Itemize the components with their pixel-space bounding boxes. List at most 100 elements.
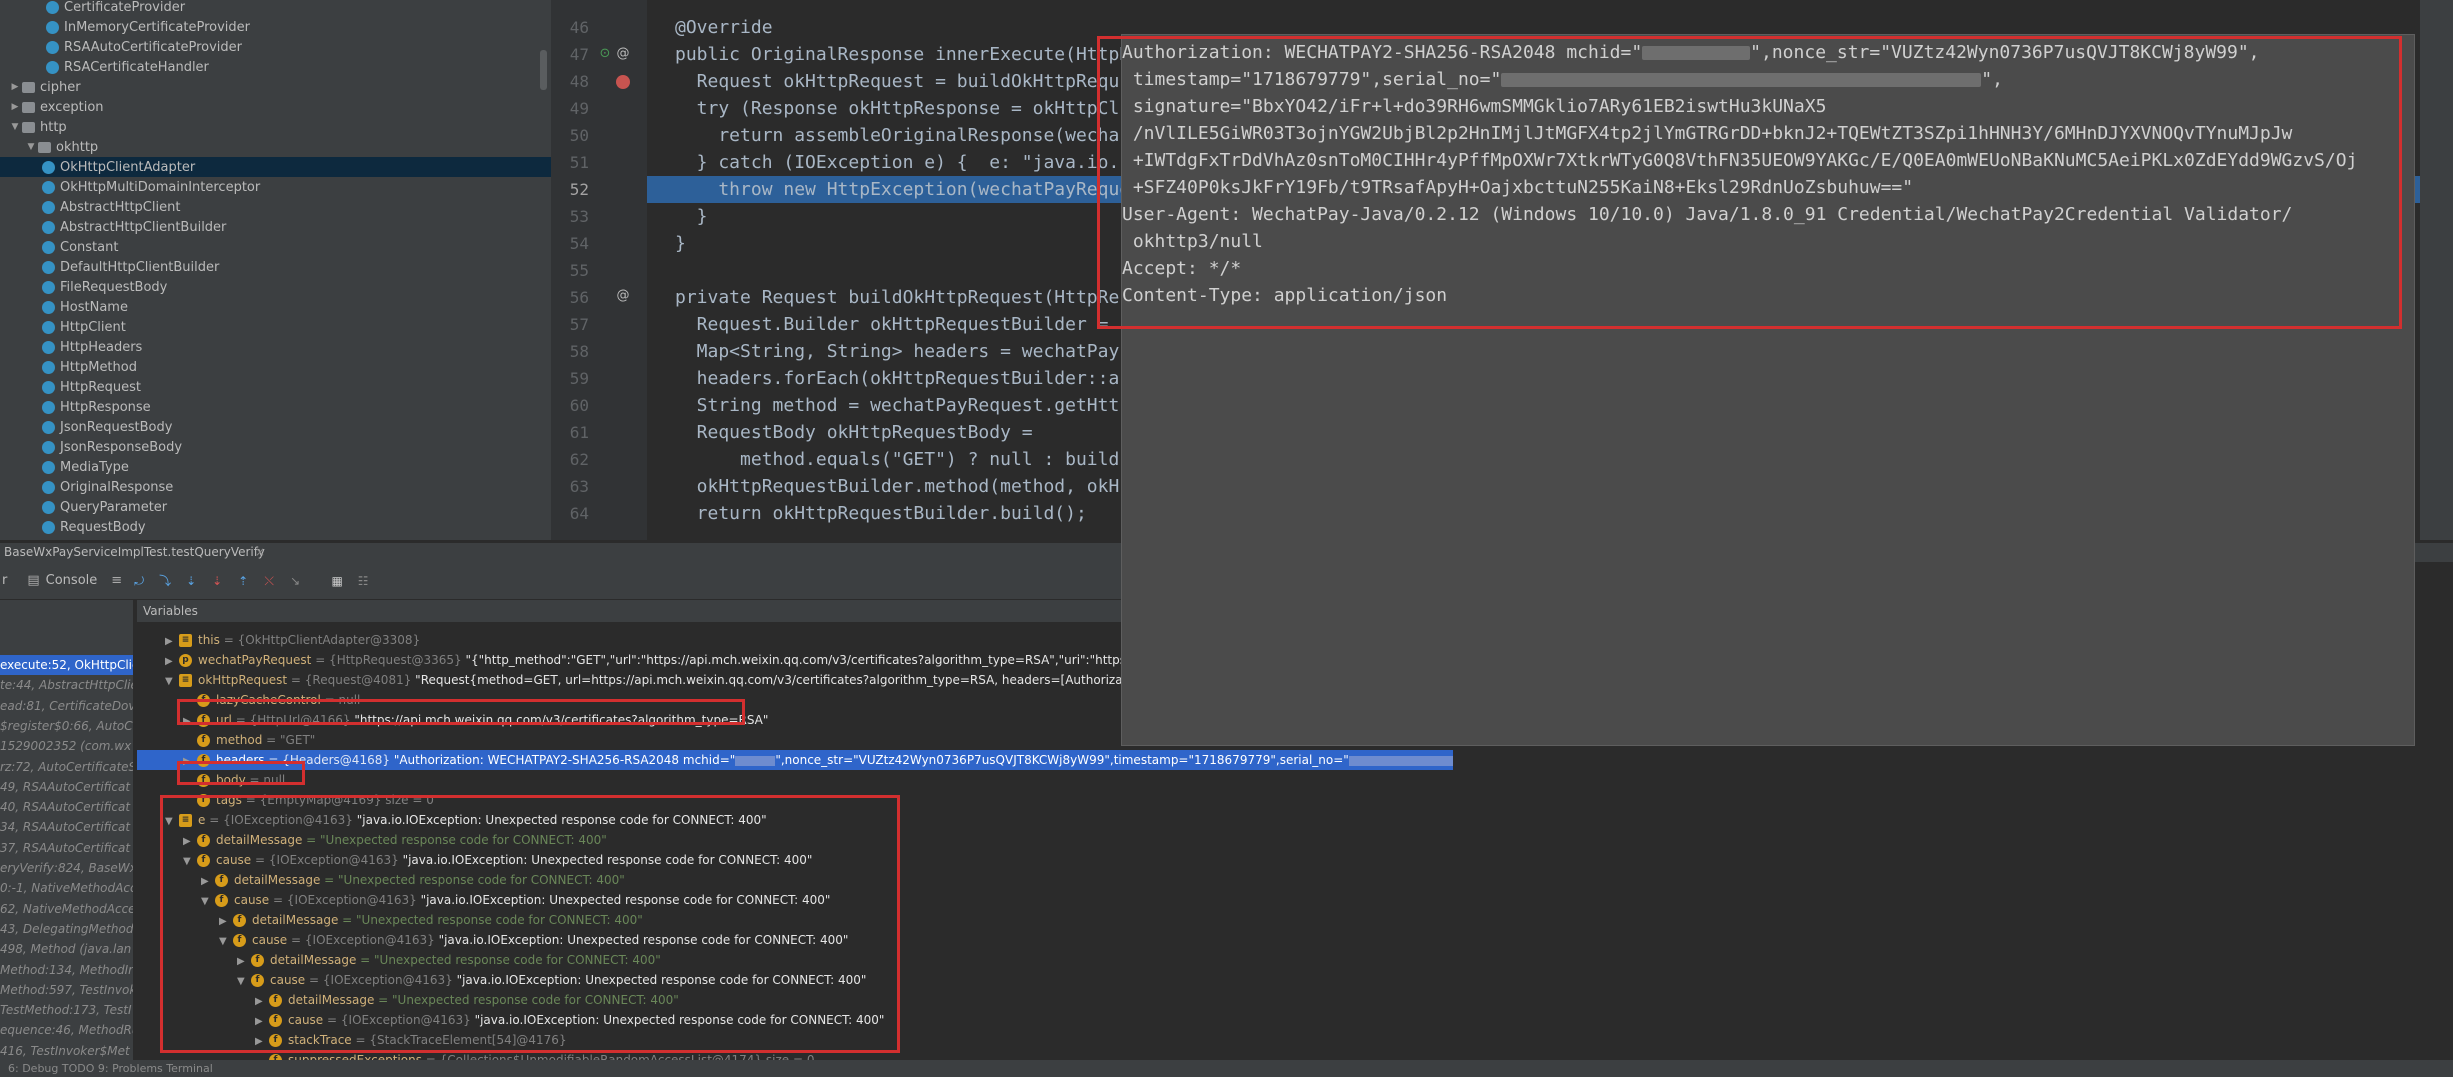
tree-item[interactable]: OkHttpMultiDomainInterceptor <box>0 177 551 197</box>
stack-frame[interactable]: 34, RSAAutoCertificat <box>0 817 133 837</box>
tree-item[interactable]: ▶ cipher <box>0 77 551 97</box>
force-step-into-icon[interactable]: ⇣ <box>208 572 226 590</box>
stack-frame[interactable]: te:44, AbstractHttpClie <box>0 675 133 695</box>
code-line[interactable]: return okHttpRequestBuilder.build(); <box>675 500 1087 527</box>
stack-frame[interactable]: 0:-1, NativeMethodAcc <box>0 878 133 898</box>
step-into-icon[interactable]: ⇣ <box>182 572 200 590</box>
tree-item[interactable]: QueryParameter <box>0 497 551 517</box>
console-tab[interactable]: Console <box>46 573 98 588</box>
tree-item[interactable]: HttpRequest <box>0 377 551 397</box>
code-line[interactable]: public OriginalResponse innerExecute(Htt… <box>675 41 1141 68</box>
stack-frame[interactable]: eryVerify:824, BaseWxP <box>0 858 133 878</box>
frames-list[interactable]: execute:52, OkHttpClien te:44, AbstractHt… <box>0 600 133 1060</box>
stack-frame[interactable]: rz:72, AutoCertificateS <box>0 757 133 777</box>
stack-frame[interactable]: execute:52, OkHttpClien <box>0 655 133 675</box>
chevron-down-icon[interactable]: ▼ <box>26 142 36 152</box>
code-line[interactable]: private Request buildOkHttpRequest(HttpR… <box>675 284 1119 311</box>
tree-item[interactable]: FileRequestBody <box>0 277 551 297</box>
tree-item[interactable]: RequestBody <box>0 517 551 537</box>
stack-frame[interactable]: 37, RSAAutoCertificat <box>0 838 133 858</box>
chevron-down-icon[interactable]: ▼ <box>10 122 20 132</box>
code-line[interactable]: Request okHttpRequest = buildOkHttpRequ <box>675 68 1120 95</box>
debug-session-tab[interactable]: BaseWxPayServiceImplTest.testQueryVerify <box>4 545 265 559</box>
debugger-tab[interactable]: r <box>2 573 7 588</box>
stack-frame[interactable]: equence:46, MethodRu <box>0 1020 133 1040</box>
tree-item[interactable]: InMemoryCertificateProvider <box>0 17 551 37</box>
code-line[interactable]: @Override <box>675 14 773 41</box>
variable-ref: = {HttpRequest@3365} <box>315 653 462 667</box>
right-tool-strip[interactable] <box>2420 0 2453 540</box>
tree-item[interactable]: HttpMethod <box>0 357 551 377</box>
project-tree[interactable]: CertificateProvider InMemoryCertificatePr… <box>0 0 551 540</box>
step-out-icon[interactable]: ⇡ <box>234 572 252 590</box>
code-line[interactable]: throw new HttpException(wechatPayReque <box>675 176 1130 203</box>
stack-frame[interactable]: $register$0:66, AutoC <box>0 716 133 736</box>
tree-item[interactable]: AbstractHttpClientBuilder <box>0 217 551 237</box>
tree-item[interactable]: Constant <box>0 237 551 257</box>
tree-item[interactable]: ▶ exception <box>0 97 551 117</box>
tree-item[interactable]: ▼ http <box>0 117 551 137</box>
trace-icon[interactable]: ☷ <box>354 572 372 590</box>
code-line[interactable]: } catch (IOException e) { e: "java.io.IO <box>675 149 1141 176</box>
stack-frame[interactable]: 49, RSAAutoCertificat <box>0 777 133 797</box>
tree-item[interactable]: OkHttpClientAdapter <box>0 157 551 177</box>
stack-frame[interactable]: 40, RSAAutoCertificat <box>0 797 133 817</box>
code-line[interactable]: headers.forEach(okHttpRequestBuilder::a <box>675 365 1120 392</box>
tree-item-label: RSACertificateHandler <box>64 59 209 75</box>
chevron-right-icon[interactable]: ▶ <box>165 632 179 652</box>
stack-frame[interactable]: TestMethod:173, TestI <box>0 1000 133 1020</box>
variable-row[interactable]: ▼ ≡ okHttpRequest = {Request@4081} "Reques… <box>165 670 1177 690</box>
tree-item[interactable]: OriginalResponse <box>0 477 551 497</box>
tree-item[interactable]: JsonRequestBody <box>0 417 551 437</box>
stack-frame[interactable]: Method:597, TestInvok <box>0 980 133 1000</box>
drop-frame-icon[interactable]: ⤬ <box>260 572 278 590</box>
variable-row[interactable]: ▶ ≡ this = {OkHttpClientAdapter@3308} <box>165 630 420 650</box>
evaluate-expression-icon[interactable]: ▦ <box>328 572 346 590</box>
code-line[interactable]: method.equals("GET") ? null : build <box>675 446 1119 473</box>
tree-item[interactable]: CertificateProvider <box>0 0 551 17</box>
tree-item[interactable]: DefaultHttpClientBuilder <box>0 257 551 277</box>
close-icon[interactable]: × <box>255 545 265 559</box>
tree-item[interactable]: AbstractHttpClient <box>0 197 551 217</box>
menu-icon[interactable]: ≡ <box>111 573 122 588</box>
tree-scrollbar[interactable] <box>540 50 547 90</box>
code-line[interactable]: try (Response okHttpResponse = okHttpCl <box>675 95 1120 122</box>
run-to-cursor-icon[interactable]: ↘ <box>286 572 304 590</box>
chevron-right-icon[interactable]: ▶ <box>10 82 20 92</box>
stack-frame[interactable]: 1529002352 (com.wx <box>0 736 133 756</box>
show-execution-point-icon[interactable]: ⤾ <box>130 572 148 590</box>
code-line[interactable]: String method = wechatPayRequest.getHtt <box>675 392 1120 419</box>
code-line[interactable]: RequestBody okHttpRequestBody = <box>675 419 1033 446</box>
stack-frame[interactable]: ead:81, CertificateDov <box>0 696 133 716</box>
tree-item[interactable]: HttpHeaders <box>0 337 551 357</box>
stack-frame[interactable]: 498, Method (java.lan <box>0 939 133 959</box>
tree-item[interactable]: HttpResponse <box>0 397 551 417</box>
code-line[interactable]: okHttpRequestBuilder.method(method, okH <box>675 473 1120 500</box>
step-over-icon[interactable]: ⤵ <box>156 572 174 590</box>
tree-item[interactable]: JsonResponseBody <box>0 437 551 457</box>
tree-item[interactable]: MediaType <box>0 457 551 477</box>
variable-row[interactable]: ▶ f headers = {Headers@4168} "Authorizatio… <box>137 750 1453 770</box>
tree-item[interactable]: RSACertificateHandler <box>0 57 551 77</box>
editor-gutter[interactable]: 46 47 48 49 50 51 52 53 54 55 56 57 58 59 60 61 62 63 64 <box>551 0 647 540</box>
breakpoint-icon[interactable] <box>616 75 630 89</box>
tree-item[interactable]: ▼ okhttp <box>0 137 551 157</box>
tree-item[interactable]: HttpClient <box>0 317 551 337</box>
chevron-right-icon[interactable]: ▶ <box>165 652 179 672</box>
chevron-down-icon[interactable]: ▼ <box>165 672 179 692</box>
stack-frame[interactable]: Method:134, MethodIn <box>0 960 133 980</box>
code-line[interactable]: Map<String, String> headers = wechatPay <box>675 338 1120 365</box>
variable-row[interactable]: f method = "GET" <box>183 730 315 750</box>
tree-item[interactable]: HostName <box>0 297 551 317</box>
stack-frame[interactable]: 416, TestInvoker$Met <box>0 1041 133 1060</box>
code-line[interactable]: return assembleOriginalResponse(wecha <box>675 122 1119 149</box>
stack-frame[interactable]: 62, NativeMethodAcce <box>0 899 133 919</box>
tree-item[interactable]: RSAAutoCertificateProvider <box>0 37 551 57</box>
code-line[interactable]: } <box>675 230 686 257</box>
code-line[interactable]: } <box>675 203 708 230</box>
override-icon[interactable]: ⊙ <box>597 46 613 62</box>
variable-row[interactable]: ▶ p wechatPayRequest = {HttpRequest@3365} … <box>165 650 1186 670</box>
code-line[interactable]: Request.Builder okHttpRequestBuilder = <box>675 311 1109 338</box>
chevron-right-icon[interactable]: ▶ <box>10 102 20 112</box>
stack-frame[interactable]: 43, DelegatingMethod <box>0 919 133 939</box>
